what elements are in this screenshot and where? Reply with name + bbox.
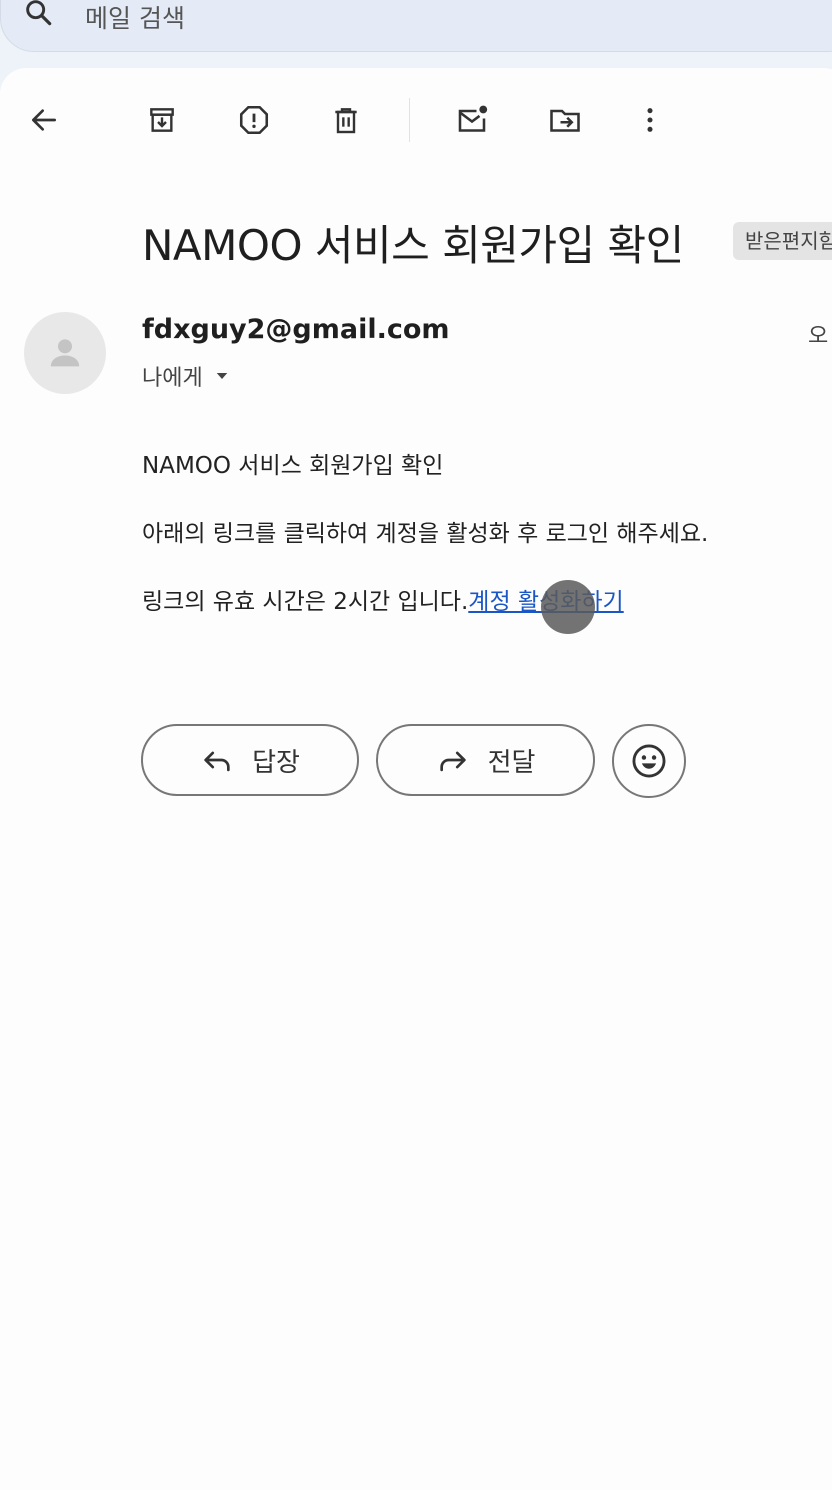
recipient-label: 나에게 — [142, 366, 203, 391]
email-toolbar — [0, 96, 832, 144]
archive-button[interactable] — [138, 96, 186, 144]
body-line: 아래의 링크를 클릭하여 계정을 활성화 후 로그인 해주세요. — [142, 521, 709, 547]
back-button[interactable] — [20, 96, 68, 144]
avatar[interactable] — [24, 312, 106, 394]
sender-email[interactable]: fdxguy2@gmail.com — [142, 314, 450, 345]
report-spam-button[interactable] — [230, 96, 278, 144]
delete-button[interactable] — [322, 96, 370, 144]
report-spam-icon — [239, 105, 269, 135]
back-arrow-icon — [32, 109, 56, 131]
trash-icon — [335, 108, 357, 134]
mark-unread-button[interactable] — [448, 96, 496, 144]
search-bar[interactable]: 메일 검색 — [0, 0, 832, 52]
mark-unread-icon — [458, 105, 488, 132]
person-icon — [50, 339, 80, 367]
reply-label: 답장 — [252, 747, 300, 778]
more-vert-icon — [647, 108, 653, 132]
move-to-folder-icon — [550, 109, 580, 132]
reply-icon — [204, 751, 230, 772]
body-line: 링크의 유효 시간은 2시간 입니다. — [142, 589, 469, 615]
smiley-icon — [632, 744, 666, 778]
archive-icon — [150, 108, 174, 132]
forward-button[interactable]: 전달 — [376, 724, 595, 796]
emoji-reaction-button[interactable] — [612, 724, 686, 798]
search-icon[interactable] — [23, 0, 55, 29]
recipient-details-toggle[interactable]: 나에게 — [142, 360, 231, 392]
forward-label: 전달 — [487, 747, 536, 778]
caret-down-icon — [216, 373, 227, 379]
body-line: NAMOO 서비스 회원가입 확인 — [142, 453, 444, 479]
more-options-button[interactable] — [626, 96, 674, 144]
email-subject: NAMOO 서비스 회원가입 확인 — [142, 221, 684, 270]
search-input[interactable]: 메일 검색 — [85, 0, 185, 35]
app-frame: 메일 검색 NAMOO 서비스 회원가입 확인 받은편지함 fdxguy2@gm… — [0, 0, 832, 1490]
move-to-button[interactable] — [541, 96, 589, 144]
toolbar-divider — [409, 98, 410, 142]
reply-button[interactable]: 답장 — [141, 724, 359, 796]
forward-icon — [439, 751, 466, 772]
inbox-label-chip[interactable]: 받은편지함 — [733, 222, 832, 260]
received-time: 오 — [808, 324, 829, 349]
touch-indicator — [541, 580, 595, 634]
